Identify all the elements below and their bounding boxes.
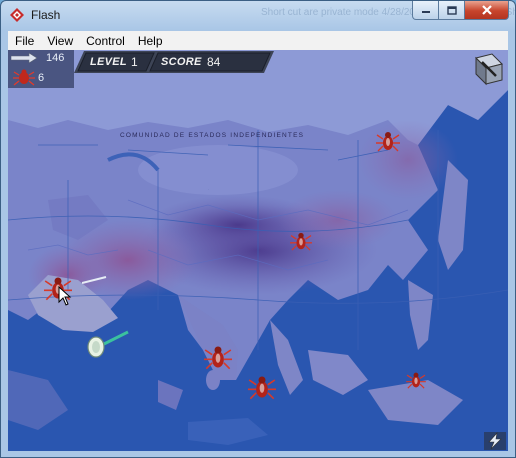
bugs-count: 6 (38, 72, 45, 84)
flash-app-icon (10, 8, 24, 22)
window-title: Flash (31, 8, 61, 22)
player-shooter[interactable] (84, 330, 130, 360)
menu-control[interactable]: Control (79, 34, 131, 48)
level-value: 1 (131, 55, 138, 69)
minimize-icon (421, 11, 430, 13)
bug-enemy[interactable] (204, 344, 232, 370)
menu-view[interactable]: View (40, 34, 79, 48)
svg-text:.: . (208, 186, 209, 191)
maximize-button[interactable] (439, 1, 465, 20)
minimize-button[interactable] (412, 1, 439, 20)
close-button[interactable] (465, 1, 509, 20)
title-bar[interactable]: Flash Short cut are private mode 4/28/20… (1, 1, 515, 31)
bug-enemy[interactable] (376, 130, 400, 152)
mouse-cursor-icon (58, 286, 72, 306)
bullet-arrow-icon (11, 53, 37, 63)
level-label: LEVEL (90, 56, 127, 68)
resources-panel: 146 6 (8, 50, 74, 88)
lightning-icon[interactable] (484, 432, 506, 450)
menu-help[interactable]: Help (131, 34, 169, 48)
bug-enemy[interactable] (290, 231, 312, 251)
quality-cube-icon[interactable] (470, 52, 506, 86)
score-label: SCORE (161, 56, 202, 68)
maximize-icon (446, 5, 457, 15)
bug-enemy[interactable] (248, 374, 276, 400)
map-label-commonwealth: COMUNIDAD DE ESTADOS INDEPENDIENTES (120, 132, 304, 139)
flash-window: Flash Short cut are private mode 4/28/20… (0, 0, 516, 458)
close-icon (481, 5, 492, 15)
bug-counter-icon (13, 69, 35, 86)
game-stage[interactable]: COMUNIDAD DE ESTADOS INDEPENDIENTES . 14… (8, 50, 508, 451)
menu-bar: File View Control Help (8, 31, 508, 51)
bullet-projectile (82, 276, 107, 284)
menu-file[interactable]: File (8, 34, 40, 48)
ammo-count: 146 (46, 52, 65, 64)
score-value: 84 (207, 55, 221, 69)
bug-enemy[interactable] (406, 371, 426, 389)
